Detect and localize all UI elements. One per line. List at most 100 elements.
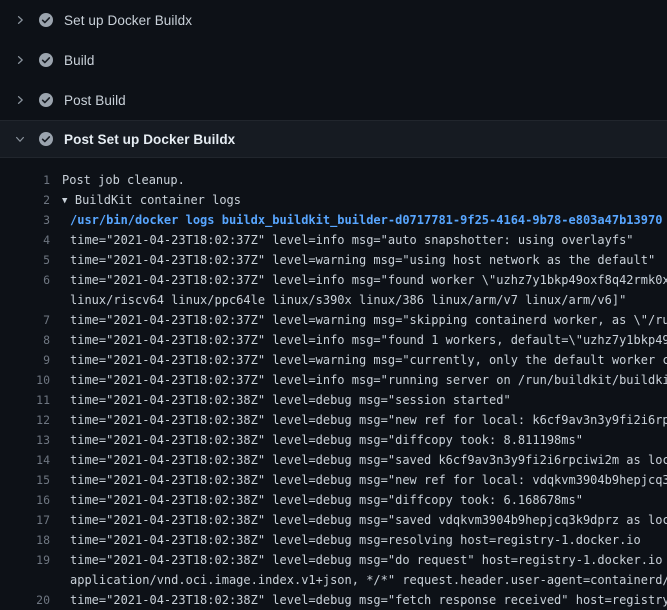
line-text: time="2021-04-23T18:02:38Z" level=debug …	[62, 550, 667, 570]
step-label: Post Set up Docker Buildx	[64, 132, 235, 147]
log-text: time="2021-04-23T18:02:38Z" level=debug …	[70, 413, 667, 427]
log-area: 1 Post job cleanup. 2 ▼ BuildKit contain…	[0, 158, 667, 610]
log-lines: 1 Post job cleanup. 2 ▼ BuildKit contain…	[0, 170, 667, 610]
log-line: 6 time="2021-04-23T18:02:37Z" level=info…	[0, 270, 667, 290]
step-label: Build	[64, 53, 95, 68]
check-circle-icon	[38, 131, 54, 147]
line-text: ▼ BuildKit container logs	[62, 190, 667, 210]
check-circle-icon	[38, 92, 54, 108]
line-number[interactable]: 18	[0, 530, 50, 550]
log-text: time="2021-04-23T18:02:38Z" level=debug …	[70, 473, 667, 487]
line-text: application/vnd.oci.image.index.v1+json,…	[62, 570, 667, 590]
log-text: BuildKit container logs	[75, 193, 241, 207]
log-line: 4 time="2021-04-23T18:02:37Z" level=info…	[0, 230, 667, 250]
log-line: 17 time="2021-04-23T18:02:38Z" level=deb…	[0, 510, 667, 530]
steps-list: Set up Docker Buildx Build Post Build	[0, 0, 667, 158]
log-text: /usr/bin/docker logs buildx_buildkit_bui…	[70, 213, 662, 227]
line-number[interactable]: 19	[0, 550, 50, 570]
line-text: time="2021-04-23T18:02:37Z" level=warnin…	[62, 350, 667, 370]
log-line: 8 time="2021-04-23T18:02:37Z" level=info…	[0, 330, 667, 350]
line-number[interactable]: 20	[0, 590, 50, 610]
chevron-right-icon[interactable]	[12, 92, 28, 108]
line-number[interactable]: 10	[0, 370, 50, 390]
line-text: time="2021-04-23T18:02:38Z" level=debug …	[62, 530, 667, 550]
log-line: 2 ▼ BuildKit container logs	[0, 190, 667, 210]
step-row-post-build[interactable]: Post Build	[0, 80, 667, 120]
log-text: time="2021-04-23T18:02:38Z" level=debug …	[70, 553, 667, 567]
log-line: 5 time="2021-04-23T18:02:37Z" level=warn…	[0, 250, 667, 270]
step-row-post-setup-docker-buildx[interactable]: Post Set up Docker Buildx	[0, 120, 667, 158]
line-number[interactable]	[0, 290, 50, 310]
line-text: time="2021-04-23T18:02:38Z" level=debug …	[62, 510, 667, 530]
log-line: 11 time="2021-04-23T18:02:38Z" level=deb…	[0, 390, 667, 410]
line-number[interactable]: 8	[0, 330, 50, 350]
log-line: 13 time="2021-04-23T18:02:38Z" level=deb…	[0, 430, 667, 450]
log-text: time="2021-04-23T18:02:38Z" level=debug …	[70, 593, 667, 607]
log-line: 15 time="2021-04-23T18:02:38Z" level=deb…	[0, 470, 667, 490]
line-text: time="2021-04-23T18:02:37Z" level=info m…	[62, 270, 667, 290]
log-line: 1 Post job cleanup.	[0, 170, 667, 190]
log-line: 10 time="2021-04-23T18:02:37Z" level=inf…	[0, 370, 667, 390]
line-text: time="2021-04-23T18:02:38Z" level=debug …	[62, 410, 667, 430]
log-text: time="2021-04-23T18:02:38Z" level=debug …	[70, 533, 641, 547]
check-circle-icon	[38, 12, 54, 28]
group-toggle-icon[interactable]: ▼	[62, 191, 73, 210]
line-text: time="2021-04-23T18:02:37Z" level=warnin…	[62, 250, 667, 270]
step-label: Set up Docker Buildx	[64, 13, 192, 28]
line-text: /usr/bin/docker logs buildx_buildkit_bui…	[62, 210, 667, 230]
chevron-right-icon[interactable]	[12, 52, 28, 68]
log-text: time="2021-04-23T18:02:38Z" level=debug …	[70, 453, 667, 467]
log-text: linux/riscv64 linux/ppc64le linux/s390x …	[70, 293, 626, 307]
chevron-down-icon[interactable]	[12, 131, 28, 147]
log-line: 16 time="2021-04-23T18:02:38Z" level=deb…	[0, 490, 667, 510]
line-number[interactable]: 9	[0, 350, 50, 370]
line-text: linux/riscv64 linux/ppc64le linux/s390x …	[62, 290, 667, 310]
line-text: time="2021-04-23T18:02:37Z" level=info m…	[62, 230, 667, 250]
log-line: linux/riscv64 linux/ppc64le linux/s390x …	[0, 290, 667, 310]
line-text: time="2021-04-23T18:02:38Z" level=debug …	[62, 470, 667, 490]
line-number[interactable]: 13	[0, 430, 50, 450]
step-row-build[interactable]: Build	[0, 40, 667, 80]
log-line: application/vnd.oci.image.index.v1+json,…	[0, 570, 667, 590]
log-line: 14 time="2021-04-23T18:02:38Z" level=deb…	[0, 450, 667, 470]
log-text: time="2021-04-23T18:02:37Z" level=info m…	[70, 233, 634, 247]
line-number[interactable]: 15	[0, 470, 50, 490]
log-text: time="2021-04-23T18:02:38Z" level=debug …	[70, 433, 583, 447]
line-text: time="2021-04-23T18:02:37Z" level=info m…	[62, 370, 667, 390]
line-text: time="2021-04-23T18:02:38Z" level=debug …	[62, 390, 667, 410]
log-text: time="2021-04-23T18:02:37Z" level=warnin…	[70, 313, 667, 327]
chevron-right-icon[interactable]	[12, 12, 28, 28]
log-text: time="2021-04-23T18:02:37Z" level=info m…	[70, 273, 667, 287]
line-number[interactable]: 2	[0, 190, 50, 210]
line-number[interactable]: 1	[0, 170, 50, 190]
log-text: time="2021-04-23T18:02:38Z" level=debug …	[70, 393, 511, 407]
line-number[interactable]: 6	[0, 270, 50, 290]
line-number[interactable]: 3	[0, 210, 50, 230]
workflow-log-viewer: Set up Docker Buildx Build Post Build	[0, 0, 667, 610]
line-number[interactable]: 11	[0, 390, 50, 410]
line-number[interactable]: 5	[0, 250, 50, 270]
log-text: time="2021-04-23T18:02:37Z" level=info m…	[70, 373, 667, 387]
log-text: time="2021-04-23T18:02:38Z" level=debug …	[70, 493, 583, 507]
line-number[interactable]: 4	[0, 230, 50, 250]
line-number[interactable]	[0, 570, 50, 590]
log-line: 12 time="2021-04-23T18:02:38Z" level=deb…	[0, 410, 667, 430]
log-line: 9 time="2021-04-23T18:02:37Z" level=warn…	[0, 350, 667, 370]
log-text: application/vnd.oci.image.index.v1+json,…	[70, 573, 667, 587]
line-number[interactable]: 12	[0, 410, 50, 430]
line-text: time="2021-04-23T18:02:37Z" level=info m…	[62, 330, 667, 350]
log-text: Post job cleanup.	[62, 173, 185, 187]
line-text: time="2021-04-23T18:02:38Z" level=debug …	[62, 590, 667, 610]
step-label: Post Build	[64, 93, 126, 108]
line-number[interactable]: 16	[0, 490, 50, 510]
log-text: time="2021-04-23T18:02:37Z" level=info m…	[70, 333, 667, 347]
log-text: time="2021-04-23T18:02:38Z" level=debug …	[70, 513, 667, 527]
line-number[interactable]: 17	[0, 510, 50, 530]
line-text: Post job cleanup.	[62, 170, 667, 190]
log-line: 7 time="2021-04-23T18:02:37Z" level=warn…	[0, 310, 667, 330]
log-line: 19 time="2021-04-23T18:02:38Z" level=deb…	[0, 550, 667, 570]
line-number[interactable]: 7	[0, 310, 50, 330]
check-circle-icon	[38, 52, 54, 68]
line-number[interactable]: 14	[0, 450, 50, 470]
step-row-setup-docker-buildx[interactable]: Set up Docker Buildx	[0, 0, 667, 40]
